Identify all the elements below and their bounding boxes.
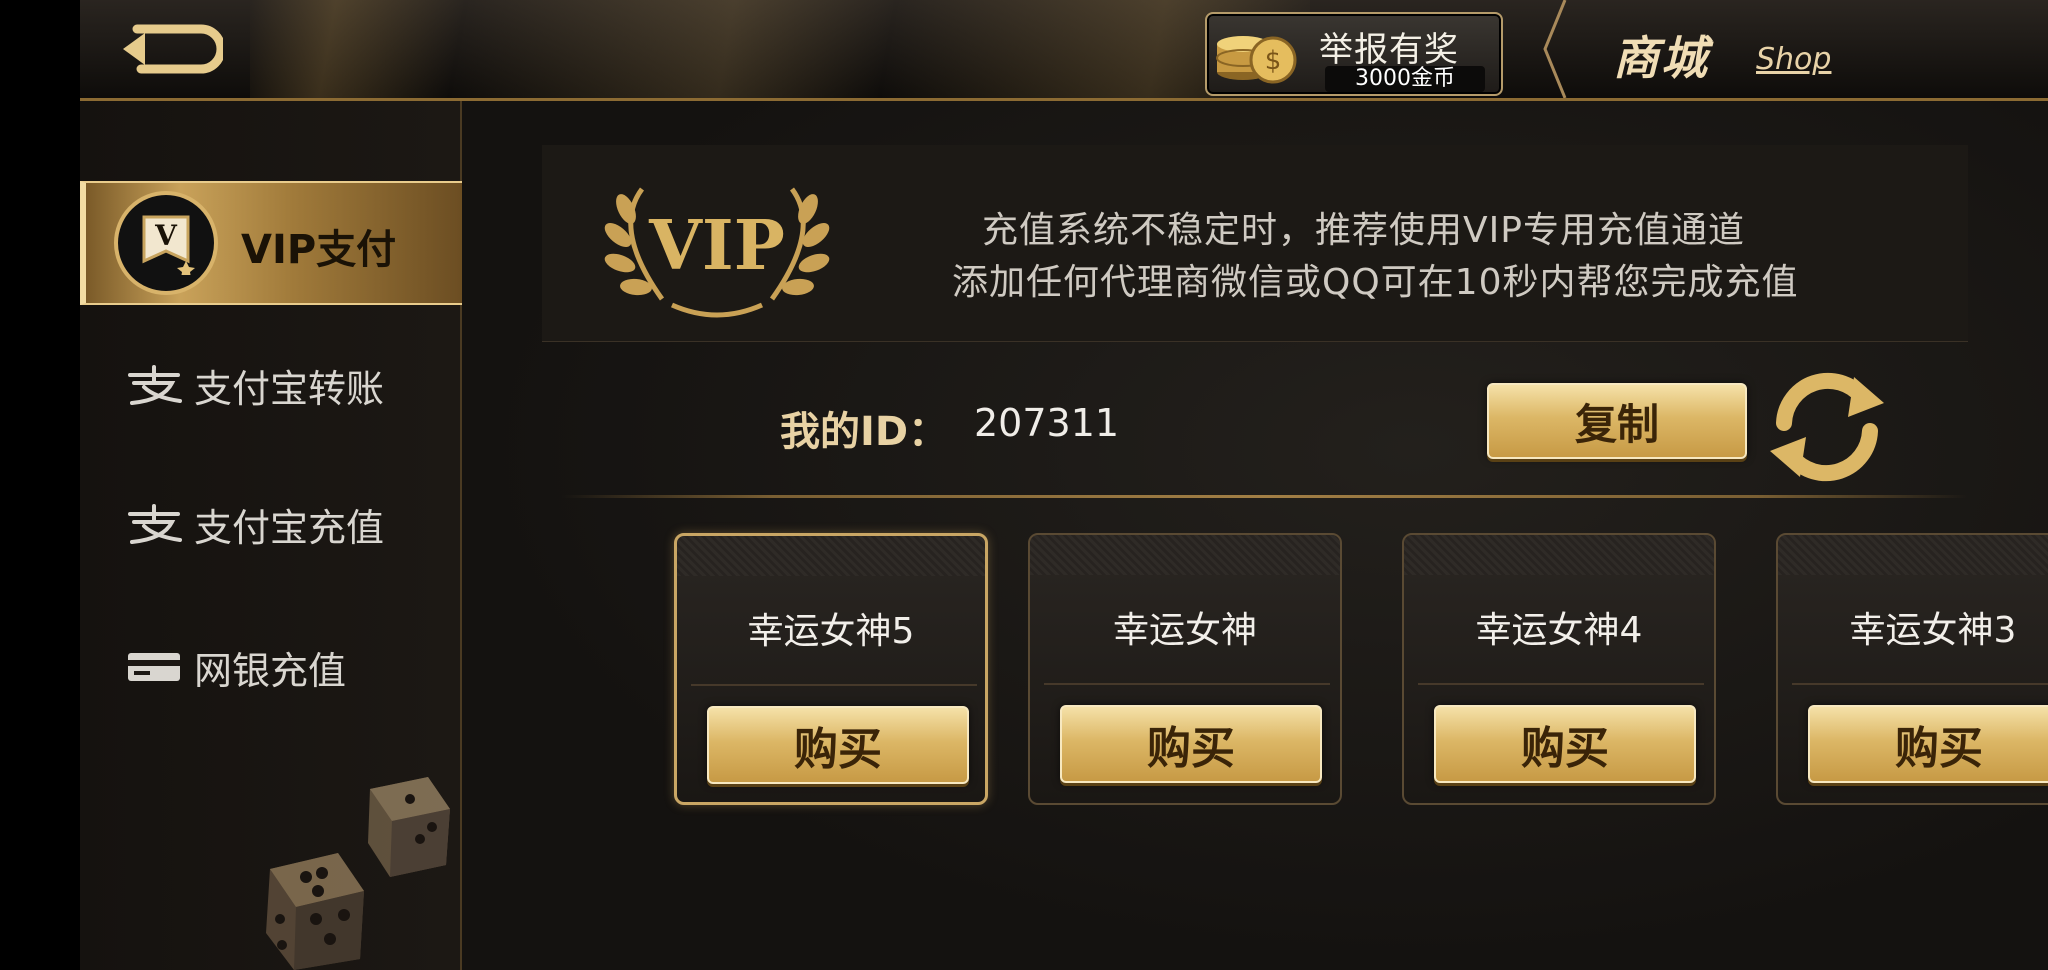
report-reward: 3000金币 <box>1325 66 1485 92</box>
card-header <box>677 536 985 576</box>
section-divider <box>562 495 1968 498</box>
vip-notice-line1: 充值系统不稳定时，推荐使用VIP专用充值通道 <box>982 210 1745 251</box>
vip-logo-text: VIP <box>648 206 785 286</box>
page-title: 商城 <box>1613 31 1709 85</box>
card-header <box>1778 535 2048 575</box>
card-divider <box>1792 683 2048 685</box>
vip-badge-icon: V <box>114 191 218 295</box>
card-header <box>1404 535 1714 575</box>
page-subtitle: Shop <box>1756 42 1832 77</box>
product-card[interactable]: 幸运女神3 购买 <box>1776 533 2048 805</box>
card-divider <box>1418 683 1704 685</box>
main-panel: VIP 充值系统不稳定时，推荐使用VIP专用充值通道 添加任何代理商微信或QQ可… <box>462 101 2048 970</box>
refresh-icon[interactable] <box>1762 369 1892 485</box>
vip-notice-line2: 添加任何代理商微信或QQ可在10秒内帮您完成充值 <box>952 262 1799 303</box>
sidebar-item-label: VIP支付 <box>241 227 397 273</box>
header-divider <box>1543 0 1567 98</box>
my-id-label: 我的ID： <box>780 409 949 455</box>
svg-text:$: $ <box>1265 46 1282 76</box>
payment-method-sidebar: V VIP支付 支付宝转账 支付宝充值 网银充值 <box>80 101 464 970</box>
product-name: 幸运女神3 <box>1849 610 2017 651</box>
alipay-icon <box>124 504 184 544</box>
product-card[interactable]: 幸运女神 购买 <box>1028 533 1342 805</box>
header-decoration <box>250 0 1310 98</box>
buy-button[interactable]: 购买 <box>1060 705 1322 783</box>
sidebar-item-alipay-recharge[interactable]: 支付宝充值 <box>80 464 460 584</box>
dice-decoration <box>266 777 450 970</box>
bank-card-icon <box>124 647 184 687</box>
top-bar: $ 举报有奖 3000金币 商城 Shop <box>80 0 2048 101</box>
vip-laurel-logo: VIP <box>604 187 830 318</box>
my-id-value: 207311 <box>974 401 1120 445</box>
shop-screen: $ 举报有奖 3000金币 商城 Shop V VIP支付 支付宝转账 支付宝充… <box>80 0 2048 970</box>
card-divider <box>691 684 977 686</box>
product-name: 幸运女神4 <box>1475 610 1643 651</box>
buy-button[interactable]: 购买 <box>707 706 969 784</box>
buy-button[interactable]: 购买 <box>1808 705 2048 783</box>
product-card[interactable]: 幸运女神5 购买 <box>674 533 988 805</box>
back-button[interactable] <box>110 14 230 84</box>
back-arrow-icon <box>123 24 223 74</box>
card-header <box>1030 535 1340 575</box>
copy-id-button[interactable]: 复制 <box>1487 383 1747 459</box>
svg-text:V: V <box>154 219 178 252</box>
buy-button[interactable]: 购买 <box>1434 705 1696 783</box>
product-card[interactable]: 幸运女神4 购买 <box>1402 533 1716 805</box>
sidebar-item-label: 网银充值 <box>194 648 347 693</box>
product-name: 幸运女神 <box>1112 610 1257 651</box>
gold-coins-icon: $ <box>1216 36 1297 84</box>
product-name: 幸运女神5 <box>747 611 915 652</box>
report-reward-button[interactable]: $ 举报有奖 3000金币 <box>1205 12 1503 96</box>
sidebar-item-alipay-transfer[interactable]: 支付宝转账 <box>80 325 460 445</box>
report-title: 举报有奖 <box>1319 30 1459 70</box>
sidebar-item-label: 支付宝充值 <box>194 505 385 550</box>
sidebar-item-vip-pay[interactable]: V VIP支付 <box>80 181 464 305</box>
vip-info-banner: VIP 充值系统不稳定时，推荐使用VIP专用充值通道 添加任何代理商微信或QQ可… <box>542 145 1968 342</box>
card-divider <box>1044 683 1330 685</box>
alipay-icon <box>124 365 184 405</box>
sidebar-item-bank-recharge[interactable]: 网银充值 <box>80 607 460 727</box>
sidebar-item-label: 支付宝转账 <box>194 366 385 411</box>
